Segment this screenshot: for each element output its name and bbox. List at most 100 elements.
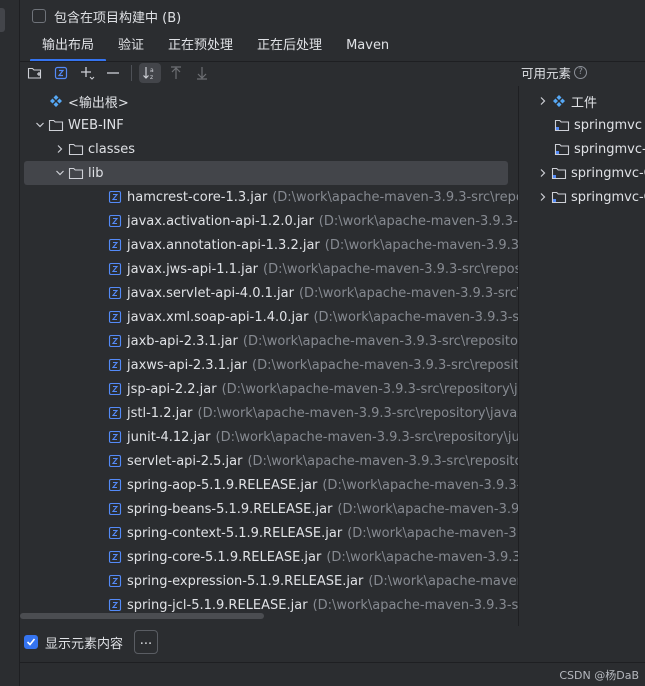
library-jar-item[interactable]: spring-jcl-5.1.9.RELEASE.jar (D:\work\apa…: [24, 593, 518, 614]
artifact-icon: [551, 93, 567, 109]
jar-icon: [107, 405, 123, 421]
library-jar-item[interactable]: jaxb-api-2.3.1.jar (D:\work\apache-maven-…: [24, 329, 518, 353]
jar-icon: [107, 429, 123, 445]
module-icon: [551, 189, 567, 205]
no-arrow: [91, 381, 107, 397]
no-arrow: [91, 309, 107, 325]
library-jar-item[interactable]: javax.servlet-api-4.0.1.jar (D:\work\apac…: [24, 281, 518, 305]
show-content-checkbox[interactable]: [24, 635, 38, 649]
no-arrow: [91, 405, 107, 421]
tree-node-label: <输出根>: [68, 95, 129, 111]
tool-strip-handle[interactable]: [0, 8, 5, 32]
tree-node[interactable]: <输出根>: [24, 89, 518, 113]
library-jar-item[interactable]: javax.jws-api-1.1.jar (D:\work\apache-mav…: [24, 257, 518, 281]
no-arrow: [91, 525, 107, 541]
available-element-item[interactable]: 工件: [520, 89, 645, 113]
library-jar-item[interactable]: spring-aop-5.1.9.RELEASE.jar (D:\work\apa…: [24, 473, 518, 497]
jar-icon: [107, 525, 123, 541]
tree-node-label: javax.annotation-api-1.3.2.jar: [127, 237, 320, 253]
move-down-button[interactable]: [191, 63, 213, 83]
library-jar-item[interactable]: jsp-api-2.2.jar (D:\work\apache-maven-3.9…: [24, 377, 518, 401]
no-arrow: [91, 357, 107, 373]
tab-pre-processing[interactable]: 正在预处理: [156, 34, 245, 60]
tree-node[interactable]: classes: [24, 137, 518, 161]
module-icon: [554, 141, 570, 157]
available-element-label: 工件: [571, 95, 598, 111]
minus-icon: [107, 72, 119, 74]
library-jar-item[interactable]: javax.annotation-api-1.3.2.jar (D:\work\a…: [24, 233, 518, 257]
tree-node-label: spring-jcl-5.1.9.RELEASE.jar: [127, 597, 308, 613]
tree-node-label: classes: [88, 141, 136, 157]
no-arrow: [91, 501, 107, 517]
tree-node[interactable]: lib: [24, 161, 508, 185]
arrow-up-icon: [171, 66, 181, 79]
tab-maven[interactable]: Maven: [334, 34, 401, 60]
chevron-down-icon[interactable]: [52, 165, 68, 181]
tree-node-label: javax.activation-api-1.2.0.jar: [127, 213, 314, 229]
jar-path-text: (D:\work\apache-maven-3.9.3-src\reposito…: [322, 477, 518, 493]
available-elements-label: 可用元素: [521, 65, 572, 81]
available-element-item[interactable]: springmvc-C: [520, 161, 645, 185]
left-tool-strip: [0, 0, 20, 686]
tab-bar: 输出布局 验证 正在预处理 正在后处理 Maven: [30, 34, 401, 62]
chevron-right-icon[interactable]: [535, 165, 551, 181]
library-jar-item[interactable]: javax.activation-api-1.2.0.jar (D:\work\a…: [24, 209, 518, 233]
jar-icon: [107, 381, 123, 397]
add-artifact-button[interactable]: [50, 63, 72, 83]
sort-elements-button[interactable]: az: [139, 63, 161, 83]
jar-path-text: (D:\work\apache-maven-3.9.3-src\reposito…: [318, 213, 518, 229]
library-jar-item[interactable]: spring-beans-5.1.9.RELEASE.jar (D:\work\a…: [24, 497, 518, 521]
available-element-label: springmvc-C: [571, 165, 645, 181]
tab-validation[interactable]: 验证: [106, 34, 156, 60]
no-arrow: [91, 597, 107, 613]
move-up-button[interactable]: [165, 63, 187, 83]
create-directory-button[interactable]: [24, 63, 46, 83]
jar-icon: [107, 501, 123, 517]
more-options-button[interactable]: ...: [134, 630, 158, 654]
remove-button[interactable]: [102, 63, 124, 83]
library-jar-item[interactable]: spring-context-5.1.9.RELEASE.jar (D:\work…: [24, 521, 518, 545]
library-jar-item[interactable]: junit-4.12.jar (D:\work\apache-maven-3.9.…: [24, 425, 518, 449]
tree-node-label: spring-expression-5.1.9.RELEASE.jar: [127, 573, 364, 589]
help-icon[interactable]: ?: [574, 65, 588, 79]
no-arrow: [91, 333, 107, 349]
library-jar-item[interactable]: jaxws-api-2.3.1.jar (D:\work\apache-maven…: [24, 353, 518, 377]
include-in-build-option[interactable]: 包含在项目构建中 (B): [32, 6, 181, 26]
include-in-build-checkbox[interactable]: [32, 9, 46, 23]
jar-path-text: (D:\work\apache-maven-3.9.3-src\reposito…: [247, 453, 518, 469]
tree-node-label: spring-context-5.1.9.RELEASE.jar: [127, 525, 343, 541]
tree-node-label: hamcrest-core-1.3.jar: [127, 189, 268, 205]
jar-icon: [107, 477, 123, 493]
jar-path-text: (D:\work\apache-maven-3.9.3-src\reposito…: [215, 429, 519, 445]
horizontal-scrollbar[interactable]: [20, 613, 520, 619]
library-jar-item[interactable]: hamcrest-core-1.3.jar (D:\work\apache-mav…: [24, 185, 518, 209]
panel-splitter[interactable]: [518, 86, 519, 626]
available-element-item[interactable]: springmvc-C: [520, 137, 645, 161]
tree-node-label: spring-core-5.1.9.RELEASE.jar: [127, 549, 322, 565]
chevron-right-icon[interactable]: [535, 93, 551, 109]
chevron-down-icon[interactable]: [32, 117, 48, 133]
scrollbar-thumb[interactable]: [20, 613, 264, 619]
library-jar-item[interactable]: javax.xml.soap-api-1.4.0.jar (D:\work\apa…: [24, 305, 518, 329]
svg-text:z: z: [150, 74, 153, 81]
library-jar-item[interactable]: spring-expression-5.1.9.RELEASE.jar (D:\w…: [24, 569, 518, 593]
jar-path-text: (D:\work\apache-maven-3.9.3-src\reposito…: [326, 549, 518, 565]
chevron-right-icon[interactable]: [52, 141, 68, 157]
no-arrow: [91, 213, 107, 229]
library-jar-item[interactable]: servlet-api-2.5.jar (D:\work\apache-maven…: [24, 449, 518, 473]
show-content-option[interactable]: 显示元素内容: [24, 632, 123, 652]
tree-node[interactable]: WEB-INF: [24, 113, 518, 137]
jar-icon: [107, 357, 123, 373]
library-jar-item[interactable]: jstl-1.2.jar (D:\work\apache-maven-3.9.3-…: [24, 401, 518, 425]
jar-icon: [107, 237, 123, 253]
available-element-item[interactable]: springmvc-C: [520, 185, 645, 209]
layout-toolbar: az: [24, 63, 213, 83]
library-jar-item[interactable]: spring-core-5.1.9.RELEASE.jar (D:\work\ap…: [24, 545, 518, 569]
tab-post-processing[interactable]: 正在后处理: [245, 34, 334, 60]
jar-path-text: (D:\work\apache-maven-3.9.3-src\reposito…: [197, 405, 518, 421]
tab-output-layout[interactable]: 输出布局: [30, 34, 107, 62]
add-copy-button[interactable]: [76, 63, 98, 83]
available-element-label: springmvc-C: [571, 189, 645, 205]
chevron-right-icon[interactable]: [535, 189, 551, 205]
available-element-item[interactable]: springmvc: [520, 113, 645, 137]
